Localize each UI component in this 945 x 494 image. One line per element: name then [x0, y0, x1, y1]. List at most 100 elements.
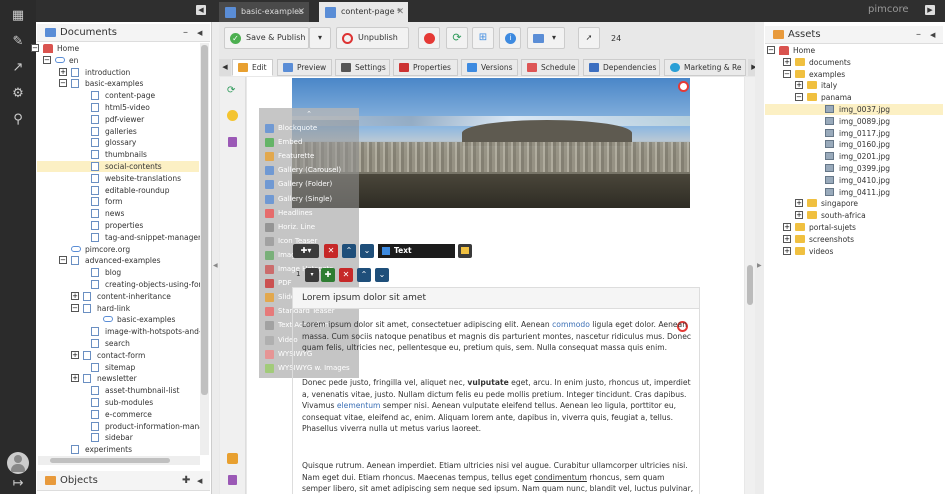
- tree-item[interactable]: e-commerce: [37, 409, 199, 420]
- delete-button[interactable]: [418, 27, 440, 49]
- scrollbar-thumb[interactable]: [747, 265, 753, 305]
- collapse-icon[interactable]: ◀: [197, 24, 202, 42]
- tree-item[interactable]: img_0410.jpg: [765, 175, 943, 186]
- tree-item[interactable]: img_0089.jpg: [765, 116, 943, 127]
- tree-item[interactable]: − examples: [765, 69, 943, 80]
- link-commodo[interactable]: commodo: [552, 320, 590, 329]
- save-publish-button[interactable]: ✓ Save & Publish: [224, 27, 309, 49]
- tree-item[interactable]: html5-video: [37, 102, 199, 113]
- collapse-left-icon[interactable]: ◀: [196, 5, 206, 15]
- collapse-icon[interactable]: −: [795, 93, 803, 102]
- close-icon[interactable]: ✕: [396, 2, 404, 22]
- remove-image-icon[interactable]: [678, 81, 689, 92]
- paragraph-3[interactable]: Quisque rutrum. Aenean imperdiet. Etiam …: [302, 460, 694, 494]
- insert-menu-item[interactable]: Blockquote: [262, 122, 356, 135]
- person-icon[interactable]: [227, 453, 238, 464]
- collapse-icon[interactable]: −: [43, 55, 51, 64]
- reload-button[interactable]: ⟳: [446, 27, 468, 49]
- logout-icon[interactable]: ↦: [9, 475, 27, 493]
- tab-preview[interactable]: Preview: [277, 59, 332, 76]
- collapse-icon[interactable]: −: [71, 303, 79, 312]
- save-dropdown-button[interactable]: ▾: [309, 27, 331, 49]
- avatar[interactable]: [7, 452, 29, 474]
- tree-item[interactable]: editable-roundup: [37, 185, 199, 196]
- tree-item[interactable]: + videos: [765, 246, 943, 257]
- tree-item[interactable]: − advanced-examples: [37, 255, 199, 266]
- tree-item[interactable]: pimcore.org: [37, 244, 199, 255]
- tree-item[interactable]: + italy: [765, 80, 943, 91]
- tab-properties[interactable]: Properties: [393, 59, 458, 76]
- show-in-tree-button[interactable]: ⊞: [472, 27, 494, 49]
- remove-entry-button[interactable]: ✕: [339, 268, 353, 282]
- tree-item[interactable]: image-with-hotspots-and-r: [37, 326, 205, 337]
- editor-scrollbar[interactable]: [745, 77, 755, 494]
- tree-item[interactable]: galleries: [37, 126, 199, 137]
- splitter[interactable]: ◀: [212, 22, 219, 494]
- collapse-icon[interactable]: −: [59, 256, 67, 265]
- remove-block-button[interactable]: ✕: [324, 244, 338, 258]
- tree-item[interactable]: properties: [37, 220, 199, 231]
- tree-item[interactable]: − basic-examples: [37, 78, 199, 89]
- insert-menu-item[interactable]: Gallery (Folder): [262, 178, 356, 191]
- tree-item[interactable]: − panama: [765, 92, 943, 103]
- info-button[interactable]: i: [499, 27, 521, 49]
- block-dropdown-button[interactable]: ▾: [305, 268, 319, 282]
- tree-item[interactable]: tag-and-snippet-managem: [37, 232, 205, 243]
- tree-item[interactable]: img_0399.jpg: [765, 163, 943, 174]
- search-icon[interactable]: ⚲: [9, 111, 27, 129]
- collapse-right-icon[interactable]: ▶: [925, 5, 935, 15]
- tree-item[interactable]: blog: [37, 267, 199, 278]
- tree-item[interactable]: + singapore: [765, 198, 943, 209]
- tab-edit[interactable]: Edit: [232, 59, 273, 76]
- tree-item[interactable]: sub-modules: [37, 397, 199, 408]
- tree-item[interactable]: + introduction: [37, 67, 199, 78]
- move-down-button[interactable]: ⌄: [360, 244, 374, 258]
- entry-down-button[interactable]: ⌄: [375, 268, 389, 282]
- expand-icon[interactable]: +: [783, 234, 791, 243]
- expand-icon[interactable]: +: [71, 374, 79, 383]
- tree-item[interactable]: + portal-sujets: [765, 222, 943, 233]
- trash-icon[interactable]: [228, 137, 237, 147]
- lightbulb-icon[interactable]: [227, 110, 238, 121]
- accordion-title[interactable]: Lorem ipsum dolor sit amet: [302, 293, 426, 303]
- menu-scroll-up-icon[interactable]: ⌃: [259, 108, 359, 120]
- tree-item[interactable]: website-translations: [37, 173, 199, 184]
- tabs-scroll-left-icon[interactable]: ◀: [219, 59, 231, 76]
- tree-item[interactable]: product-information-mana: [37, 421, 204, 432]
- close-icon[interactable]: ✕: [297, 2, 305, 22]
- tree-item[interactable]: + contact-form: [37, 350, 199, 361]
- tree-item[interactable]: search: [37, 338, 199, 349]
- expand-icon[interactable]: +: [59, 67, 67, 76]
- scrollbar-thumb[interactable]: [50, 458, 170, 463]
- insert-menu-item[interactable]: Embed: [262, 136, 356, 149]
- reload-icon[interactable]: ⟳: [227, 85, 235, 96]
- tab-marketing[interactable]: Marketing & Re: [664, 59, 746, 76]
- settings-gear-icon[interactable]: ⚙: [9, 85, 27, 103]
- minimize-icon[interactable]: –: [916, 26, 921, 44]
- expand-icon[interactable]: +: [783, 57, 791, 66]
- accordion-header[interactable]: Lorem ipsum dolor sit amet: [293, 288, 699, 309]
- expand-icon[interactable]: +: [71, 291, 79, 300]
- pointer-button[interactable]: ➚: [578, 27, 600, 49]
- expand-icon[interactable]: +: [71, 350, 79, 359]
- file-icon[interactable]: ▦: [9, 7, 27, 25]
- tree-item[interactable]: sidebar: [37, 432, 199, 443]
- paragraph-2[interactable]: Donec pede justo, fringilla vel, aliquet…: [302, 377, 694, 435]
- tree-item[interactable]: creating-objects-using-form: [37, 279, 209, 290]
- tree-item[interactable]: + documents: [765, 57, 943, 68]
- tree-item[interactable]: experiments: [37, 444, 199, 455]
- expand-icon[interactable]: +: [795, 81, 803, 90]
- paragraph-1[interactable]: Lorem ipsum dolor sit amet, consectetuer…: [302, 319, 694, 354]
- expand-icon[interactable]: +: [783, 223, 791, 231]
- unpublish-button[interactable]: Unpublish: [336, 27, 409, 49]
- tree-item[interactable]: img_0037.jpg: [765, 104, 943, 115]
- tab-basic-examples[interactable]: basic-examples ✕: [219, 2, 309, 22]
- block-options-button[interactable]: [458, 244, 472, 258]
- tree-item[interactable]: − en: [37, 55, 199, 66]
- minimize-icon[interactable]: –: [183, 24, 188, 42]
- tree-item[interactable]: − hard-link: [37, 303, 199, 314]
- insert-menu-item[interactable]: Gallery (Single): [262, 193, 356, 206]
- tree-item[interactable]: + screenshots: [765, 234, 943, 245]
- tree-item[interactable]: − Home: [31, 43, 199, 54]
- tab-versions[interactable]: Versions: [461, 59, 518, 76]
